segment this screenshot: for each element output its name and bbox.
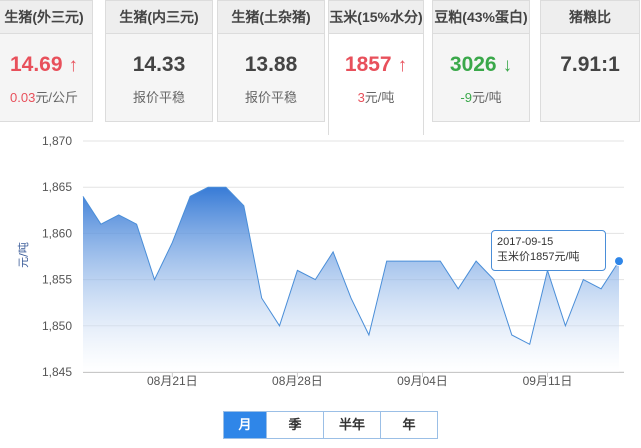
tooltip: 2017-09-15 玉米价1857元/吨 — [491, 230, 606, 271]
tab-value-text: 1857 — [344, 53, 392, 76]
x-tick-label: 09月11日 — [523, 374, 573, 388]
tab-title: 生猪(内三元) — [106, 1, 212, 34]
tab-title: 豆粕(43%蛋白) — [433, 1, 529, 34]
tab-value-text: 3026 — [449, 53, 497, 76]
period-button-1[interactable]: 季 — [266, 412, 323, 438]
tab-value: 14.33 — [106, 53, 212, 77]
tab-change-value: 0.03 — [10, 90, 36, 105]
tab-value: 1857 ↑ — [329, 53, 423, 77]
tab-subtext: 0.03元/公斤 — [0, 87, 92, 106]
y-tick-label: 1,865 — [42, 180, 72, 194]
tab-subtext: 报价平稳 — [218, 87, 324, 106]
tab-title: 玉米(15%水分) — [329, 1, 423, 34]
price-tab-0[interactable]: 生猪(外三元) 14.69 ↑ 0.03元/公斤 — [0, 0, 93, 122]
y-tick-label: 1,855 — [42, 273, 72, 287]
tooltip-date: 2017-09-15 — [497, 236, 554, 248]
tab-value-text: 14.69 — [9, 53, 63, 76]
price-tabs: 生猪(外三元) 14.69 ↑ 0.03元/公斤 生猪(内三元) 14.33 报价平稳 生猪(… — [0, 0, 641, 135]
price-tab-5[interactable]: 猪粮比 7.91:1 — [540, 0, 640, 122]
y-tick-label: 1,860 — [42, 226, 72, 240]
y-tick-label: 1,845 — [42, 365, 72, 379]
y-tick-label: 1,870 — [42, 134, 72, 148]
tab-change-unit: 元/公斤 — [35, 90, 78, 105]
price-tab-3[interactable]: 玉米(15%水分) 1857 ↑ 3元/吨 — [328, 0, 424, 135]
tab-value: 13.88 — [218, 53, 324, 77]
tab-subtext: -9元/吨 — [433, 87, 529, 106]
tab-title: 生猪(土杂猪) — [218, 1, 324, 34]
arrow-down-icon: ↓ — [502, 55, 513, 76]
tooltip-text: 玉米价1857元/吨 — [497, 251, 580, 263]
y-tick-label: 1,850 — [42, 319, 72, 333]
tab-value-text: 7.91:1 — [560, 53, 620, 76]
tab-status: 报价平稳 — [132, 90, 185, 105]
price-tab-4[interactable]: 豆粕(43%蛋白) 3026 ↓ -9元/吨 — [432, 0, 530, 122]
tab-title: 猪粮比 — [541, 1, 639, 34]
tab-subtext: 报价平稳 — [106, 87, 212, 106]
tab-change-unit: 元/吨 — [364, 90, 395, 105]
highlight-point[interactable] — [614, 256, 624, 267]
tab-change-unit: 元/吨 — [471, 90, 502, 105]
x-tick-label: 09月04日 — [397, 374, 448, 388]
x-tick-label: 08月28日 — [272, 374, 323, 388]
period-button-2[interactable]: 半年 — [323, 412, 380, 438]
y-axis-label: 元/吨 — [17, 242, 30, 268]
tab-title: 生猪(外三元) — [0, 1, 92, 34]
period-button-0[interactable]: 月 — [224, 412, 266, 438]
tab-value: 7.91:1 — [541, 53, 639, 77]
tab-change-value: 3 — [357, 90, 365, 105]
tab-value: 3026 ↓ — [433, 53, 529, 77]
price-tab-1[interactable]: 生猪(内三元) 14.33 报价平稳 — [105, 0, 213, 122]
period-selector: 月季半年年 — [223, 411, 438, 439]
tab-value-text: 13.88 — [244, 53, 298, 76]
period-button-3[interactable]: 年 — [380, 412, 437, 438]
tab-change-value: -9 — [460, 90, 472, 105]
tab-status: 报价平稳 — [244, 90, 297, 105]
arrow-up-icon: ↑ — [68, 55, 79, 76]
tab-value: 14.69 ↑ — [0, 53, 92, 77]
arrow-up-icon: ↑ — [397, 55, 408, 76]
price-tab-2[interactable]: 生猪(土杂猪) 13.88 报价平稳 — [217, 0, 325, 122]
x-tick-label: 08月21日 — [147, 374, 198, 388]
tab-value-text: 14.33 — [132, 53, 186, 76]
tab-subtext: 3元/吨 — [329, 87, 423, 106]
